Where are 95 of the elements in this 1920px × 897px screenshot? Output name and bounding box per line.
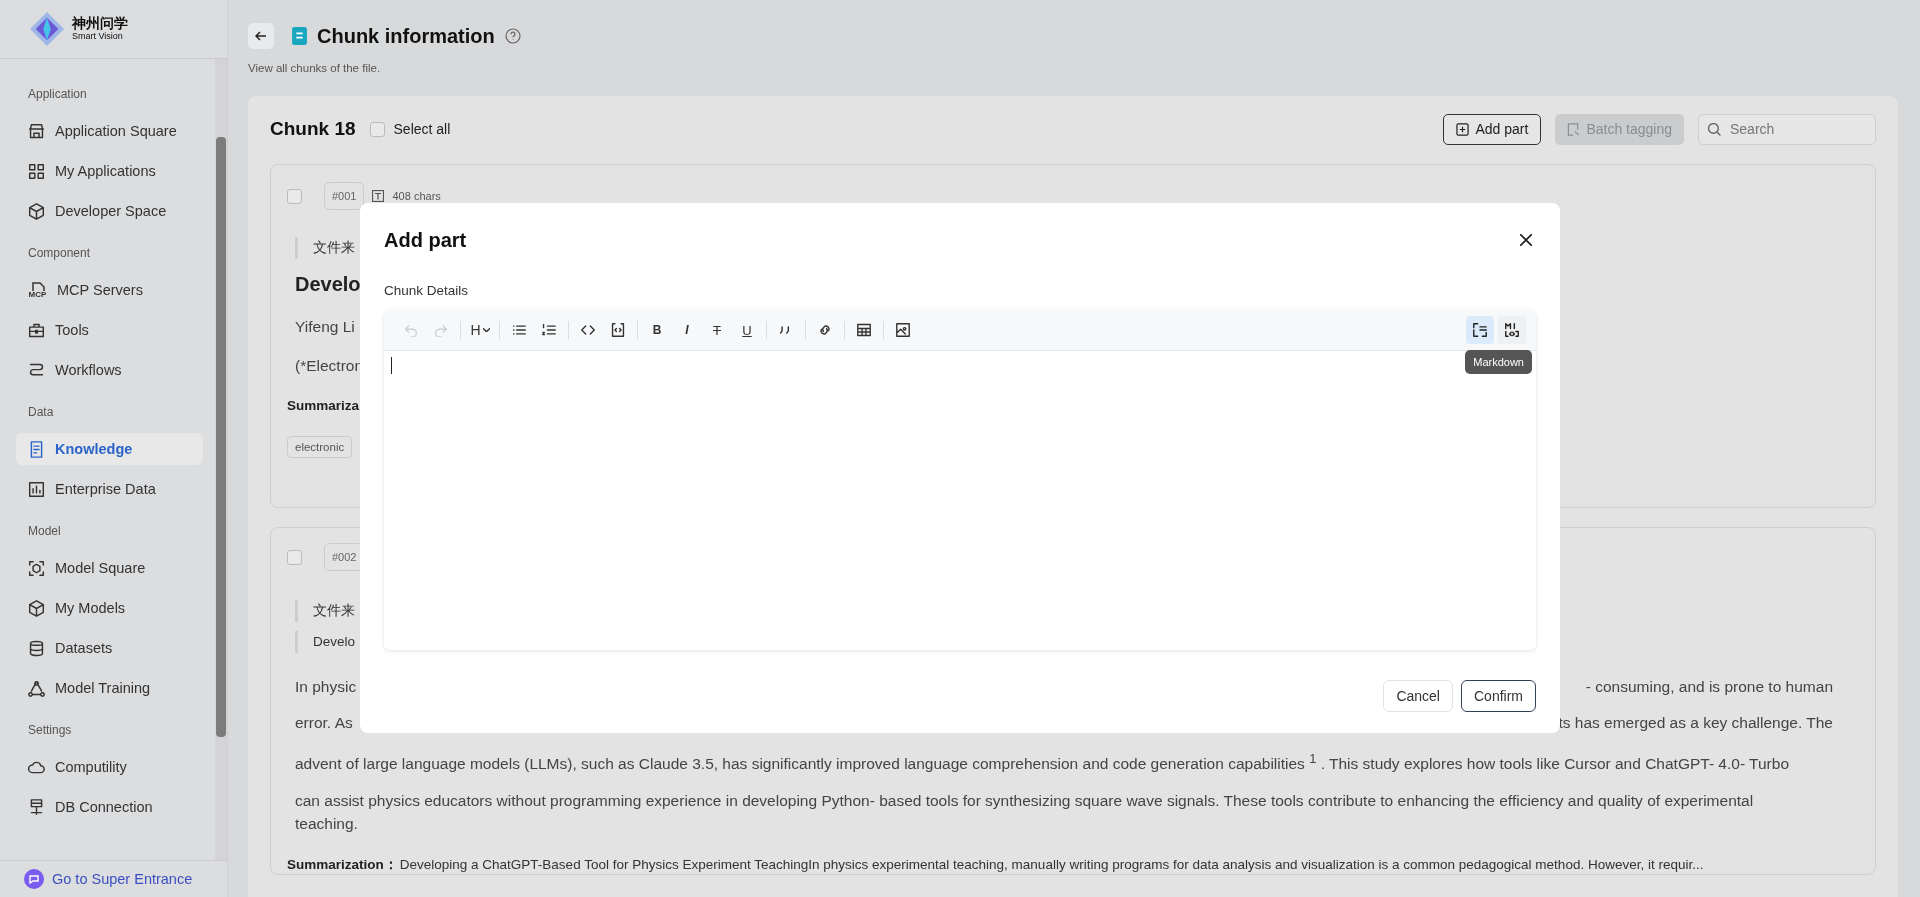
paragraph-text: can assist physics educators without programming experience in developing Python- based tools for synthesizing square wave signals. These tools contribute to enhancing the efficiency and quality of experimental teaching. [295, 791, 1755, 835]
checkbox[interactable] [287, 188, 302, 204]
redo-icon [434, 323, 448, 337]
field-label: Chunk Details [384, 283, 470, 298]
page-subtitle: View all chunks of the file. [248, 62, 382, 74]
strike-button[interactable]: T [702, 316, 732, 344]
paragraph-fragment: In physic [295, 678, 357, 696]
nav-item[interactable]: Model Training [16, 672, 203, 704]
page-title: Chunk information [317, 24, 495, 48]
paragraph-fragment: - consuming, and is prone to human [1585, 678, 1833, 696]
nav-item[interactable]: My Models [16, 592, 203, 624]
underline-button[interactable]: U [732, 316, 762, 344]
paragraph-text: advent of large language models (LLMs), such as Claude 3.5, has significantly improved language comprehension and code generation capabilities $^{1}$ . This study explores how tools like Cursor and ChatGPT- 4.0- Turbo [295, 750, 1791, 775]
bar-chart-icon [28, 480, 45, 498]
tooltip: Markdown [1465, 350, 1532, 374]
scan-cube-icon [28, 559, 45, 577]
select-all-label: Select all [393, 121, 451, 137]
scrollbar-thumb[interactable] [216, 137, 226, 737]
super-entrance-link[interactable]: Go to Super Entrance [0, 860, 227, 897]
confirm-button[interactable]: Confirm [1461, 680, 1536, 712]
chunk-heading: Develo [295, 272, 361, 297]
italic-button[interactable]: I [672, 316, 702, 344]
caret-icon [482, 328, 490, 332]
nodes-icon [28, 679, 45, 697]
nav-item[interactable]: DB Connection [16, 791, 203, 823]
bold-button[interactable]: B [642, 316, 672, 344]
source-mode-button[interactable] [1466, 316, 1494, 344]
nav-item[interactable]: Computility [16, 751, 203, 783]
nav-item[interactable]: Developer Space [16, 195, 203, 227]
chat-icon [24, 869, 44, 889]
plus-square-icon [1456, 122, 1470, 136]
section-label: Component [28, 246, 92, 260]
text-cursor [391, 357, 392, 374]
store-icon [28, 122, 45, 140]
logo-title: 神州问学 [72, 16, 128, 32]
bullet-list-icon [512, 323, 526, 337]
undo-icon [404, 323, 418, 337]
add-part-button[interactable]: Add part [1443, 113, 1542, 145]
section-label: Application [28, 87, 88, 101]
markdown-icon [1505, 323, 1519, 337]
search-field[interactable]: Search [1698, 113, 1876, 145]
code-icon [581, 323, 595, 337]
dialog-title: Add part [384, 228, 467, 252]
section-label: Data [28, 405, 55, 419]
keyword-tag: electronic [287, 436, 353, 458]
summary-text: Developing a ChatGPT-Based Tool for Physics Experiment TeachingIn physics experimental teaching, manually writing programs for data analysis and visualization is a common pedagogical method. However, it requir... [399, 856, 1704, 875]
nav-item[interactable]: Application Square [16, 115, 203, 147]
checkbox[interactable] [369, 121, 385, 137]
nav-item[interactable]: MCP MCP Servers [16, 274, 203, 306]
checkbox[interactable] [287, 549, 302, 565]
nav-item[interactable]: Workflows [16, 354, 203, 386]
logo-icon [30, 12, 64, 46]
database-icon [28, 639, 45, 657]
table-icon [857, 323, 871, 337]
paragraph-fragment: error. As [295, 714, 353, 732]
title-quote: Develo [295, 631, 356, 653]
source-quote: 文件来 [295, 237, 355, 259]
paragraph-text: (*Electron [295, 356, 364, 376]
help-icon[interactable] [504, 28, 521, 44]
code-block-icon [611, 323, 625, 337]
nav-item[interactable]: Tools [16, 314, 203, 346]
paragraph-fragment: ts has emerged as a key challenge. The [1558, 714, 1833, 732]
search-icon [1708, 122, 1721, 136]
back-button[interactable] [248, 23, 274, 49]
logo-subtitle: Smart Vision [72, 31, 124, 42]
source-view-icon [1473, 323, 1487, 337]
nav-item[interactable]: Enterprise Data [16, 473, 203, 505]
close-icon [1520, 234, 1532, 246]
summary-label: Summariza [287, 397, 360, 415]
cube-icon [28, 202, 45, 220]
cube-icon [28, 599, 45, 617]
nav-item[interactable]: Model Square [16, 552, 203, 584]
nav-item[interactable]: Knowledge [16, 433, 203, 465]
text-icon [372, 190, 385, 202]
arrow-left-icon [255, 31, 267, 41]
nav-item[interactable]: My Applications [16, 155, 203, 187]
markdown-mode-button[interactable] [1498, 316, 1526, 344]
server-icon [28, 798, 45, 816]
paragraph-text: Yifeng Li [295, 317, 355, 337]
toolbox-icon [28, 321, 45, 339]
chunk-count-title: Chunk 18 [270, 118, 356, 140]
section-label: Settings [28, 723, 73, 737]
section-label: Model [28, 524, 62, 538]
image-icon [896, 323, 910, 337]
summary-label: Summarization： [287, 856, 398, 875]
nav-item[interactable]: Datasets [16, 632, 203, 664]
heading-button[interactable]: H [465, 316, 495, 344]
link-icon [818, 323, 832, 337]
document-icon [292, 27, 307, 45]
document-icon [28, 440, 45, 458]
char-count: 408 chars [392, 190, 441, 202]
grid-icon [28, 162, 45, 180]
cancel-button[interactable]: Cancel [1383, 680, 1453, 712]
source-quote: 文件来 [295, 600, 355, 622]
numbered-list-icon [542, 323, 556, 337]
